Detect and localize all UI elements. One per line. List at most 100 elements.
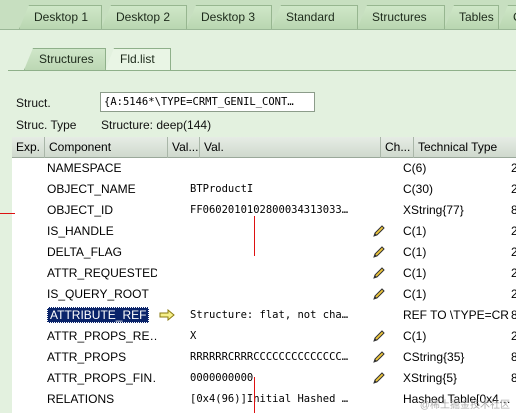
- table-row[interactable]: NAMESPACE C(6) 2: [12, 158, 516, 179]
- tab-label: Desktop 1: [34, 10, 89, 24]
- pencil-icon[interactable]: [372, 224, 386, 238]
- col-header-val-short[interactable]: Val...: [168, 137, 200, 158]
- cell-component[interactable]: ATTR_PROPS: [47, 347, 157, 368]
- component-name: OBJECT_ID: [47, 203, 114, 217]
- cell-length: 8: [511, 203, 516, 217]
- cell-component[interactable]: OBJECT_NAME: [47, 179, 157, 200]
- cell-component[interactable]: ATTR_PROPS_RE…: [47, 326, 157, 347]
- struct-field[interactable]: {A:5146*\TYPE=CRMT_GENIL_CONT…: [100, 92, 315, 112]
- tab-label: Fld.list: [120, 52, 155, 66]
- cell-technical-type: XString{77}: [403, 203, 464, 217]
- cell-technical-type: C(30): [403, 182, 434, 196]
- cell-component[interactable]: RELATIONS: [47, 389, 157, 410]
- cell-technical-type: C(1): [403, 329, 427, 343]
- struc-type-value: Structure: deep(144): [101, 118, 212, 132]
- cell-technical-type: C(6): [403, 161, 427, 175]
- table-row[interactable]: OBJECT_ID FF0602010102800034313033… XStrin…: [12, 200, 516, 221]
- pencil-icon[interactable]: [372, 371, 386, 385]
- table-row[interactable]: ATTRIBUTE_REF Structure: flat, not cha… RE…: [12, 305, 516, 326]
- cell-component[interactable]: DELTA_FLAG: [47, 242, 157, 263]
- cell-value[interactable]: BTProductI: [190, 179, 370, 200]
- tab-desktop-1[interactable]: Desktop 1: [19, 5, 102, 29]
- cell-length: 8: [511, 308, 516, 322]
- table-row[interactable]: ATTR_REQUESTED C(1) 2: [12, 263, 516, 284]
- pencil-icon[interactable]: [372, 287, 386, 301]
- component-name: ATTR_PROPS_FIN…: [47, 371, 157, 385]
- annotation-line-mid: [254, 216, 255, 256]
- component-name: NAMESPACE: [47, 161, 122, 175]
- col-header-length[interactable]: L: [512, 137, 516, 158]
- cell-value[interactable]: 0000000000: [190, 368, 370, 389]
- cell-component[interactable]: OBJECT_ID: [47, 200, 157, 221]
- tab-label: Desktop 2: [116, 10, 171, 24]
- cell-length: 8: [511, 350, 516, 364]
- tab-label: Structures: [372, 10, 427, 24]
- cell-length: 2: [511, 224, 516, 238]
- component-name: ATTR_PROPS_RE…: [47, 329, 157, 343]
- cell-component[interactable]: NAMESPACE: [47, 158, 157, 179]
- cell-length: [511, 389, 516, 410]
- component-name: DELTA_FLAG: [47, 245, 122, 259]
- inner-tab-divider: [8, 70, 516, 71]
- pencil-icon[interactable]: [372, 266, 386, 280]
- tab-desktop-3[interactable]: Desktop 3: [186, 5, 272, 29]
- grid-header: Exp. Component Val... Val. Ch... Technic…: [12, 137, 516, 158]
- component-name: IS_QUERY_ROOT: [47, 287, 149, 301]
- tab-more[interactable]: C: [498, 5, 516, 29]
- field-list-grid[interactable]: Exp. Component Val... Val. Ch... Technic…: [12, 137, 516, 413]
- tab-label: Standard: [286, 10, 335, 24]
- cell-component[interactable]: IS_QUERY_ROOT: [47, 284, 157, 305]
- tab-desktop-2[interactable]: Desktop 2: [101, 5, 187, 29]
- cell-length: 2: [511, 245, 516, 259]
- cell-component[interactable]: ATTR_REQUESTED: [47, 263, 157, 284]
- tab-standard[interactable]: Standard: [271, 5, 358, 29]
- cell-technical-type: C(1): [403, 266, 427, 280]
- cell-technical-type: CString{35}: [403, 350, 465, 364]
- cell-technical-type: C(1): [403, 287, 427, 301]
- cell-value[interactable]: [190, 221, 370, 242]
- table-row[interactable]: IS_QUERY_ROOT C(1) 2: [12, 284, 516, 305]
- cell-value[interactable]: [190, 284, 370, 305]
- cell-value[interactable]: RRRRRRCRRRCCCCCCCCCCCCCC…: [190, 347, 370, 368]
- table-row[interactable]: DELTA_FLAG C(1) 2: [12, 242, 516, 263]
- col-header-component[interactable]: Component: [45, 137, 168, 158]
- cell-value[interactable]: FF0602010102800034313033…: [190, 200, 370, 221]
- tab-label: Structures: [39, 52, 94, 66]
- cell-length: 2: [511, 287, 516, 301]
- cell-component[interactable]: IS_HANDLE: [47, 221, 157, 242]
- pencil-icon[interactable]: [372, 245, 386, 259]
- tab-structures[interactable]: Structures: [357, 5, 445, 29]
- table-row[interactable]: IS_HANDLE C(1) 2: [12, 221, 516, 242]
- table-row[interactable]: OBJECT_NAME BTProductI C(30) 2: [12, 179, 516, 200]
- cell-length: 2: [511, 329, 516, 343]
- col-header-val[interactable]: Val.: [200, 137, 381, 158]
- cell-value[interactable]: [190, 263, 370, 284]
- cell-value[interactable]: [190, 242, 370, 263]
- table-row[interactable]: ATTR_PROPS_FIN… 0000000000 XString{5} 8: [12, 368, 516, 389]
- col-header-exp[interactable]: Exp.: [12, 137, 45, 158]
- table-row[interactable]: ATTR_PROPS_RE… X C(1) 2: [12, 326, 516, 347]
- top-tab-strip: Desktop 1 Desktop 2 Desktop 3 Standard S…: [0, 0, 516, 30]
- cell-technical-type: C(1): [403, 245, 427, 259]
- inner-tab-structures[interactable]: Structures: [24, 48, 106, 70]
- tab-label: Tables: [459, 10, 494, 24]
- cell-value[interactable]: [190, 158, 370, 179]
- cell-technical-type: C(1): [403, 224, 427, 238]
- component-name: IS_HANDLE: [47, 224, 114, 238]
- cell-length: 2: [511, 182, 516, 196]
- cell-component[interactable]: ATTRIBUTE_REF: [47, 305, 157, 326]
- component-name: OBJECT_NAME: [47, 182, 136, 196]
- tab-tables[interactable]: Tables: [444, 5, 499, 29]
- cell-value[interactable]: Structure: flat, not cha…: [190, 305, 370, 326]
- pencil-icon[interactable]: [372, 329, 386, 343]
- navigate-arrow-icon[interactable]: [159, 308, 175, 322]
- cell-value[interactable]: [0x4(96)]Initial Hashed …: [190, 389, 370, 410]
- cell-value[interactable]: X: [190, 326, 370, 347]
- col-header-technical-type[interactable]: Technical Type: [414, 137, 516, 158]
- pencil-icon[interactable]: [372, 350, 386, 364]
- col-header-change[interactable]: Ch...: [381, 137, 414, 158]
- cell-component[interactable]: ATTR_PROPS_FIN…: [47, 368, 157, 389]
- table-row[interactable]: ATTR_PROPS RRRRRRCRRRCCCCCCCCCCCCCC… CStri…: [12, 347, 516, 368]
- watermark: @稀土掘金技术社区: [419, 400, 510, 411]
- inner-tab-fld-list[interactable]: Fld.list: [105, 48, 171, 71]
